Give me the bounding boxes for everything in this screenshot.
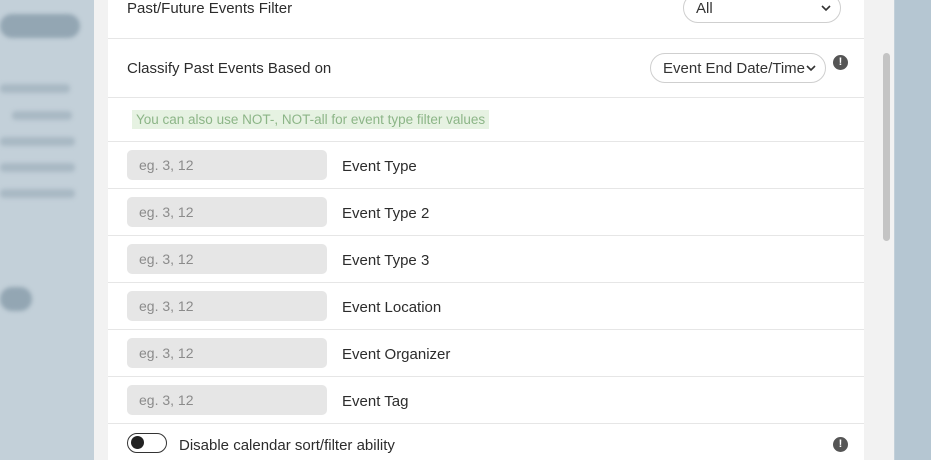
event-type-3-input[interactable] [127,244,327,274]
filter-row: Event Type 3 [108,236,864,283]
chevron-down-icon [821,5,831,12]
backdrop-right [895,0,931,460]
past-future-filter-select[interactable]: All [683,0,841,23]
backdrop-pill [0,287,32,311]
event-location-input[interactable] [127,291,327,321]
backdrop-line [0,189,75,198]
classify-past-select[interactable]: Event End Date/Time [650,53,826,83]
scrollbar-track[interactable] [876,0,894,460]
backdrop-line [0,163,75,172]
filter-values-note: You can also use NOT-, NOT-all for event… [132,110,490,129]
disable-sort-row: Disable calendar sort/filter ability ! [108,424,864,460]
settings-panel: Past/Future Events Filter All Classify P… [108,0,864,460]
backdrop-line [0,84,70,93]
event-type-3-label: Event Type 3 [342,252,430,269]
backdrop-line [12,111,72,120]
chevron-down-icon [806,65,816,72]
event-tag-label: Event Tag [342,393,409,410]
filter-row: Event Location [108,283,864,330]
event-organizer-label: Event Organizer [342,346,451,363]
backdrop-line [0,137,75,146]
filter-row: Event Type [108,142,864,189]
info-icon[interactable]: ! [833,437,848,452]
event-type-2-label: Event Type 2 [342,205,430,222]
event-type-2-input[interactable] [127,197,327,227]
classify-past-label: Classify Past Events Based on [127,60,332,77]
note-row: You can also use NOT-, NOT-all for event… [108,98,864,142]
filter-row: Event Type 2 [108,189,864,236]
event-type-input[interactable] [127,150,327,180]
disable-sort-toggle[interactable] [127,433,167,453]
classify-past-value: Event End Date/Time [663,59,806,77]
filter-row: Event Tag [108,377,864,424]
event-type-label: Event Type [342,158,417,175]
info-icon[interactable]: ! [833,55,848,70]
event-tag-input[interactable] [127,385,327,415]
past-future-filter-row: Past/Future Events Filter All [108,0,864,39]
filter-row: Event Organizer [108,330,864,377]
past-future-filter-label: Past/Future Events Filter [127,0,293,17]
backdrop-pill [0,14,80,38]
classify-past-row: Classify Past Events Based on Event End … [108,39,864,98]
settings-modal: Past/Future Events Filter All Classify P… [94,0,894,460]
scrollbar-thumb[interactable] [883,53,890,241]
past-future-filter-value: All [696,0,713,17]
event-location-label: Event Location [342,299,442,316]
toggle-knob [131,436,144,449]
event-organizer-input[interactable] [127,338,327,368]
disable-sort-label: Disable calendar sort/filter ability [179,437,395,454]
